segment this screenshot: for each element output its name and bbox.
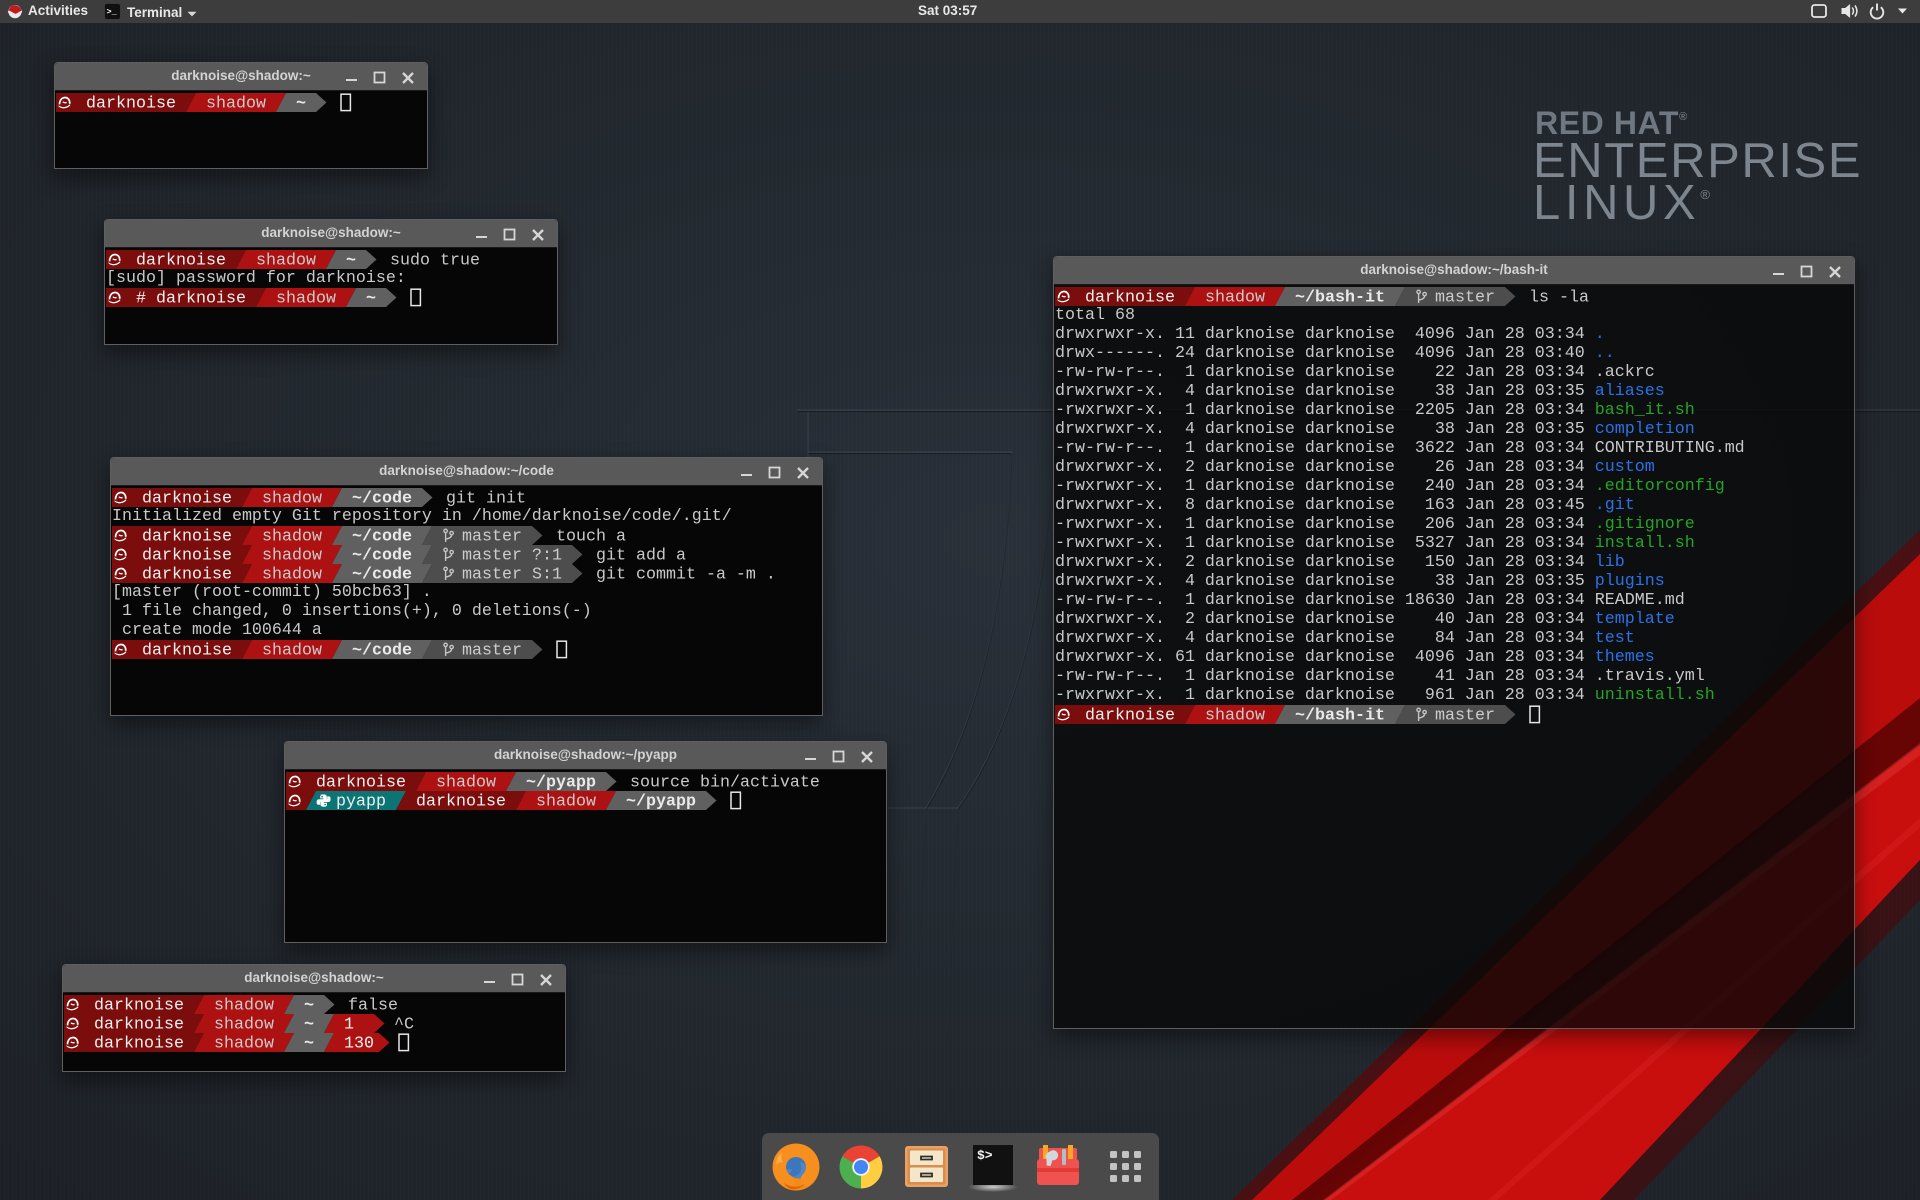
- svg-text:>_: >_: [107, 7, 118, 17]
- svg-text:$>: $>: [977, 1148, 993, 1163]
